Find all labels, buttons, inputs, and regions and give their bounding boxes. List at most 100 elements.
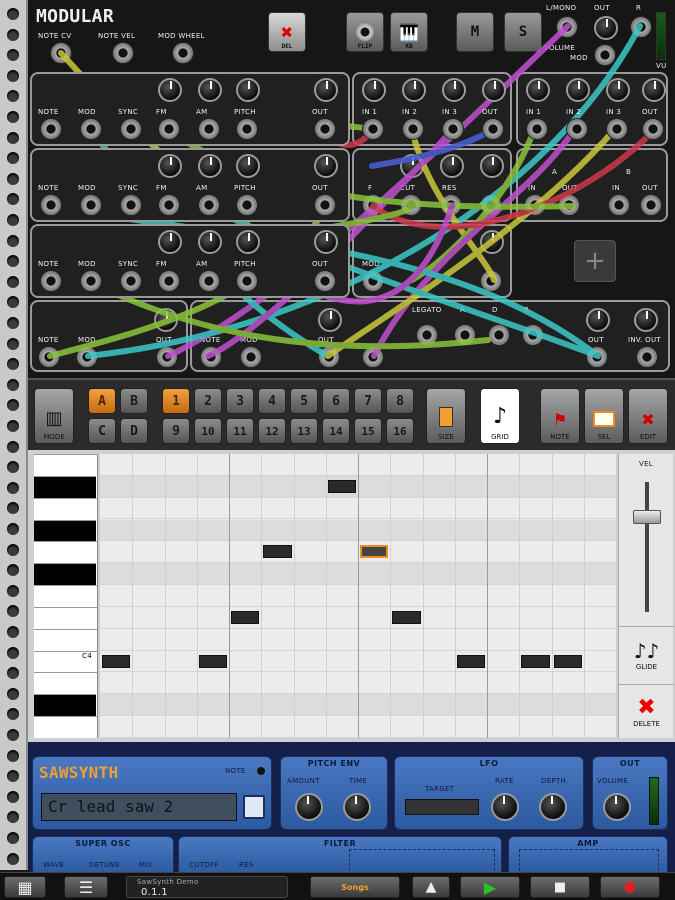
lower2-out-jack[interactable] — [318, 346, 340, 368]
target-selector[interactable] — [405, 799, 479, 815]
grid-button[interactable]: ♪ GRID — [480, 388, 520, 444]
mono-out-jack[interactable] — [556, 16, 578, 38]
piano-roll-note[interactable] — [231, 610, 260, 624]
pattern-button-13[interactable]: 13 — [290, 418, 318, 444]
rate-knob[interactable] — [491, 793, 519, 821]
osc2-fm-jack[interactable] — [158, 194, 180, 216]
pattern-button-7[interactable]: 7 — [354, 388, 382, 414]
osc2-note-jack[interactable] — [40, 194, 62, 216]
add-module-button[interactable]: + — [574, 240, 616, 282]
rack-grid-button[interactable]: ▦ — [4, 876, 46, 898]
env-a-jack[interactable] — [416, 324, 438, 346]
white-key[interactable] — [34, 454, 98, 476]
piano-roll-note[interactable] — [102, 654, 131, 668]
mixer-out-jack[interactable] — [642, 118, 664, 140]
lower-mod-jack[interactable] — [76, 346, 98, 368]
right-out-jack[interactable] — [630, 16, 652, 38]
time-knob[interactable] — [343, 793, 371, 821]
lower2-out-knob[interactable] — [318, 308, 342, 332]
keyboard-button[interactable]: 🎹 KB — [390, 12, 428, 52]
delete-button[interactable]: ✖ DEL — [268, 12, 306, 52]
piano-roll-note[interactable] — [198, 654, 227, 668]
env-out-knob[interactable] — [586, 308, 610, 332]
glide-button[interactable]: ♪♪ GLIDE — [619, 626, 674, 682]
note-grid[interactable] — [100, 454, 616, 738]
mod-wheel-jack[interactable] — [172, 42, 194, 64]
osc3-fm-knob[interactable] — [158, 230, 182, 254]
filter-res-jack[interactable] — [440, 194, 462, 216]
size-button[interactable]: SIZE — [426, 388, 466, 444]
mixer-in3-jack[interactable] — [442, 118, 464, 140]
pattern-button-14[interactable]: 14 — [322, 418, 350, 444]
mixer-in3-jack[interactable] — [606, 118, 628, 140]
filter-f-jack[interactable] — [362, 194, 384, 216]
lower2-extra-jack[interactable] — [362, 346, 384, 368]
ab-in-b-jack[interactable] — [608, 194, 630, 216]
mixer-knob[interactable] — [566, 78, 590, 102]
pattern-button-8[interactable]: 8 — [386, 388, 414, 414]
lower2-note-jack[interactable] — [200, 346, 222, 368]
piano-roll-note[interactable] — [360, 545, 389, 559]
osc2-pitch-jack[interactable] — [236, 194, 258, 216]
mixer-knob[interactable] — [402, 78, 426, 102]
osc3-am-jack[interactable] — [198, 270, 220, 292]
mod3-out-jack[interactable] — [480, 270, 502, 292]
white-key[interactable] — [34, 716, 98, 738]
record-button[interactable]: ● — [600, 876, 660, 898]
note-tool-button[interactable]: ⚑ NOTE — [540, 388, 580, 444]
piano-roll-note[interactable] — [327, 479, 356, 493]
osc3-out-knob[interactable] — [314, 230, 338, 254]
lower-out-knob[interactable] — [154, 308, 178, 332]
piano-roll-note[interactable] — [553, 654, 582, 668]
piano-keys[interactable] — [34, 454, 98, 738]
ab-out-b-jack[interactable] — [640, 194, 662, 216]
mixer-knob[interactable] — [606, 78, 630, 102]
env-d-jack[interactable] — [454, 324, 476, 346]
pattern-button-4[interactable]: 4 — [258, 388, 286, 414]
osc2-am-jack[interactable] — [198, 194, 220, 216]
ab-in-a-jack[interactable] — [524, 194, 546, 216]
stop-button[interactable]: ■ — [530, 876, 590, 898]
depth-knob[interactable] — [539, 793, 567, 821]
filter-out-knob[interactable] — [480, 154, 504, 178]
osc1-fm-jack[interactable] — [158, 118, 180, 140]
osc2-sync-jack[interactable] — [120, 194, 142, 216]
filter-res-knob[interactable] — [440, 154, 464, 178]
osc2-out-knob[interactable] — [314, 154, 338, 178]
s-button[interactable]: S — [504, 12, 542, 52]
osc1-am-jack[interactable] — [198, 118, 220, 140]
flip-button[interactable]: FLIP — [346, 12, 384, 52]
mixer-knob[interactable] — [526, 78, 550, 102]
osc3-mod-jack[interactable] — [80, 270, 102, 292]
volume-knob[interactable] — [594, 16, 618, 40]
pattern-button-3[interactable]: 3 — [226, 388, 254, 414]
osc3-note-jack[interactable] — [40, 270, 62, 292]
osc1-pitch-jack[interactable] — [236, 118, 258, 140]
pattern-button-11[interactable]: 11 — [226, 418, 254, 444]
osc3-am-knob[interactable] — [198, 230, 222, 254]
mixer-in1-jack[interactable] — [526, 118, 548, 140]
mixer-knob[interactable] — [442, 78, 466, 102]
black-key[interactable] — [34, 519, 96, 542]
osc1-am-knob[interactable] — [198, 78, 222, 102]
play-button[interactable]: ▶ — [460, 876, 520, 898]
osc3-sync-jack[interactable] — [120, 270, 142, 292]
osc2-out-jack[interactable] — [314, 194, 336, 216]
osc1-sync-jack[interactable] — [120, 118, 142, 140]
osc3-fm-jack[interactable] — [158, 270, 180, 292]
pattern-button-9[interactable]: 9 — [162, 418, 190, 444]
mod3-jack[interactable] — [362, 270, 384, 292]
mode-button[interactable]: ▥ MODE — [34, 388, 74, 444]
pattern-button-12[interactable]: 12 — [258, 418, 286, 444]
pattern-button-16[interactable]: 16 — [386, 418, 414, 444]
white-key[interactable] — [34, 672, 98, 694]
lower-note-jack[interactable] — [38, 346, 60, 368]
white-key[interactable] — [34, 628, 98, 651]
bank-button-d[interactable]: D — [120, 418, 148, 444]
bank-button-a[interactable]: A — [88, 388, 116, 414]
mod3-knob[interactable] — [480, 230, 504, 254]
pattern-button-10[interactable]: 10 — [194, 418, 222, 444]
osc1-out-knob[interactable] — [314, 78, 338, 102]
mixer-in2-jack[interactable] — [402, 118, 424, 140]
pattern-button-2[interactable]: 2 — [194, 388, 222, 414]
